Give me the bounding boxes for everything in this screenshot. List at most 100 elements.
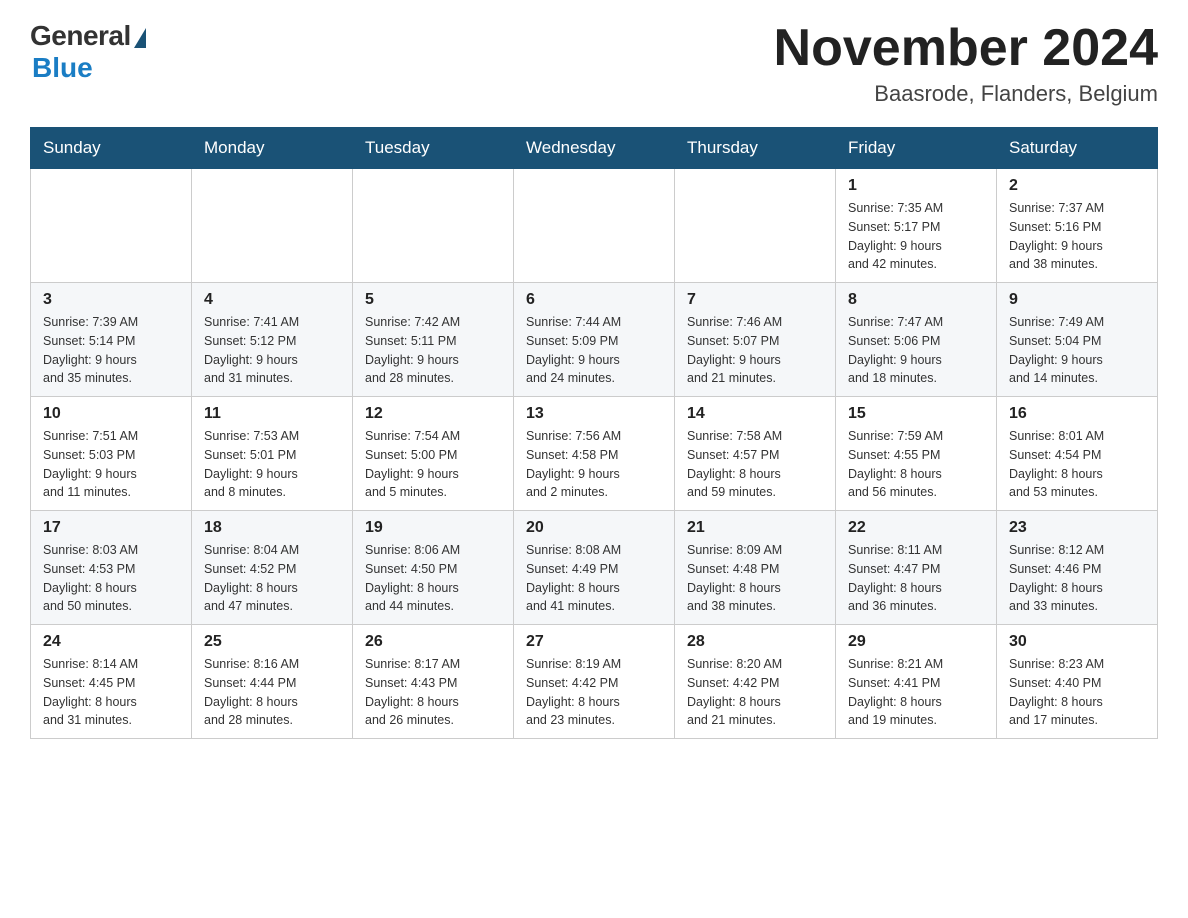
calendar-week-row: 17 Sunrise: 8:03 AM Sunset: 4:53 PM Dayli… xyxy=(31,511,1158,625)
calendar-cell: 26 Sunrise: 8:17 AM Sunset: 4:43 PM Dayli… xyxy=(353,625,514,739)
calendar-cell: 19 Sunrise: 8:06 AM Sunset: 4:50 PM Dayli… xyxy=(353,511,514,625)
calendar-cell: 6 Sunrise: 7:44 AM Sunset: 5:09 PM Daylig… xyxy=(514,283,675,397)
calendar-cell: 23 Sunrise: 8:12 AM Sunset: 4:46 PM Dayli… xyxy=(997,511,1158,625)
calendar-cell xyxy=(192,169,353,283)
calendar-cell: 20 Sunrise: 8:08 AM Sunset: 4:49 PM Dayli… xyxy=(514,511,675,625)
day-info: Sunrise: 8:21 AM Sunset: 4:41 PM Dayligh… xyxy=(848,655,984,730)
location: Baasrode, Flanders, Belgium xyxy=(774,81,1158,107)
day-number: 10 xyxy=(43,405,179,423)
day-number: 29 xyxy=(848,633,984,651)
calendar-table: SundayMondayTuesdayWednesdayThursdayFrid… xyxy=(30,127,1158,739)
calendar-cell: 17 Sunrise: 8:03 AM Sunset: 4:53 PM Dayli… xyxy=(31,511,192,625)
day-info: Sunrise: 7:41 AM Sunset: 5:12 PM Dayligh… xyxy=(204,313,340,388)
calendar-cell: 16Sunrise: 8:01 AM Sunset: 4:54 PM Dayli… xyxy=(997,397,1158,511)
day-info: Sunrise: 7:56 AM Sunset: 4:58 PM Dayligh… xyxy=(526,427,662,502)
day-info: Sunrise: 8:06 AM Sunset: 4:50 PM Dayligh… xyxy=(365,541,501,616)
day-number: 9 xyxy=(1009,291,1145,309)
day-number: 26 xyxy=(365,633,501,651)
header-tuesday: Tuesday xyxy=(353,128,514,169)
calendar-cell: 9 Sunrise: 7:49 AM Sunset: 5:04 PM Daylig… xyxy=(997,283,1158,397)
day-info: Sunrise: 8:09 AM Sunset: 4:48 PM Dayligh… xyxy=(687,541,823,616)
day-info: Sunrise: 7:37 AM Sunset: 5:16 PM Dayligh… xyxy=(1009,199,1145,274)
page-header: General Blue November 2024 Baasrode, Fla… xyxy=(30,20,1158,107)
day-number: 19 xyxy=(365,519,501,537)
day-info: Sunrise: 8:23 AM Sunset: 4:40 PM Dayligh… xyxy=(1009,655,1145,730)
header-saturday: Saturday xyxy=(997,128,1158,169)
calendar-cell: 5 Sunrise: 7:42 AM Sunset: 5:11 PM Daylig… xyxy=(353,283,514,397)
day-info: Sunrise: 8:08 AM Sunset: 4:49 PM Dayligh… xyxy=(526,541,662,616)
calendar-cell: 22 Sunrise: 8:11 AM Sunset: 4:47 PM Dayli… xyxy=(836,511,997,625)
day-info: Sunrise: 8:19 AM Sunset: 4:42 PM Dayligh… xyxy=(526,655,662,730)
header-thursday: Thursday xyxy=(675,128,836,169)
calendar-week-row: 1 Sunrise: 7:35 AM Sunset: 5:17 PM Daylig… xyxy=(31,169,1158,283)
calendar-cell: 21 Sunrise: 8:09 AM Sunset: 4:48 PM Dayli… xyxy=(675,511,836,625)
day-info: Sunrise: 8:14 AM Sunset: 4:45 PM Dayligh… xyxy=(43,655,179,730)
day-info: Sunrise: 7:49 AM Sunset: 5:04 PM Dayligh… xyxy=(1009,313,1145,388)
day-info: Sunrise: 7:54 AM Sunset: 5:00 PM Dayligh… xyxy=(365,427,501,502)
day-info: Sunrise: 8:12 AM Sunset: 4:46 PM Dayligh… xyxy=(1009,541,1145,616)
day-info: Sunrise: 7:35 AM Sunset: 5:17 PM Dayligh… xyxy=(848,199,984,274)
calendar-cell: 7 Sunrise: 7:46 AM Sunset: 5:07 PM Daylig… xyxy=(675,283,836,397)
day-number: 17 xyxy=(43,519,179,537)
day-number: 27 xyxy=(526,633,662,651)
day-info: Sunrise: 7:59 AM Sunset: 4:55 PM Dayligh… xyxy=(848,427,984,502)
calendar-cell: 29 Sunrise: 8:21 AM Sunset: 4:41 PM Dayli… xyxy=(836,625,997,739)
day-info: Sunrise: 8:20 AM Sunset: 4:42 PM Dayligh… xyxy=(687,655,823,730)
day-number: 21 xyxy=(687,519,823,537)
day-number: 7 xyxy=(687,291,823,309)
calendar-week-row: 10 Sunrise: 7:51 AM Sunset: 5:03 PM Dayli… xyxy=(31,397,1158,511)
calendar-cell xyxy=(514,169,675,283)
logo-blue-text: Blue xyxy=(32,52,93,84)
calendar-cell: 8 Sunrise: 7:47 AM Sunset: 5:06 PM Daylig… xyxy=(836,283,997,397)
day-info: Sunrise: 7:47 AM Sunset: 5:06 PM Dayligh… xyxy=(848,313,984,388)
day-info: Sunrise: 7:42 AM Sunset: 5:11 PM Dayligh… xyxy=(365,313,501,388)
day-number: 20 xyxy=(526,519,662,537)
day-info: Sunrise: 7:51 AM Sunset: 5:03 PM Dayligh… xyxy=(43,427,179,502)
calendar-cell: 30Sunrise: 8:23 AM Sunset: 4:40 PM Dayli… xyxy=(997,625,1158,739)
day-info: Sunrise: 8:16 AM Sunset: 4:44 PM Dayligh… xyxy=(204,655,340,730)
day-number: 4 xyxy=(204,291,340,309)
calendar-cell: 12 Sunrise: 7:54 AM Sunset: 5:00 PM Dayli… xyxy=(353,397,514,511)
calendar-header-row: SundayMondayTuesdayWednesdayThursdayFrid… xyxy=(31,128,1158,169)
day-number: 24 xyxy=(43,633,179,651)
calendar-cell: 18 Sunrise: 8:04 AM Sunset: 4:52 PM Dayli… xyxy=(192,511,353,625)
header-wednesday: Wednesday xyxy=(514,128,675,169)
day-number: 6 xyxy=(526,291,662,309)
calendar-cell xyxy=(31,169,192,283)
calendar-cell: 4 Sunrise: 7:41 AM Sunset: 5:12 PM Daylig… xyxy=(192,283,353,397)
calendar-cell: 13Sunrise: 7:56 AM Sunset: 4:58 PM Dayli… xyxy=(514,397,675,511)
day-info: Sunrise: 7:46 AM Sunset: 5:07 PM Dayligh… xyxy=(687,313,823,388)
calendar-cell: 14Sunrise: 7:58 AM Sunset: 4:57 PM Dayli… xyxy=(675,397,836,511)
calendar-week-row: 24 Sunrise: 8:14 AM Sunset: 4:45 PM Dayli… xyxy=(31,625,1158,739)
logo-general-text: General xyxy=(30,20,131,52)
calendar-cell: 25 Sunrise: 8:16 AM Sunset: 4:44 PM Dayli… xyxy=(192,625,353,739)
day-number: 5 xyxy=(365,291,501,309)
calendar-week-row: 3 Sunrise: 7:39 AM Sunset: 5:14 PM Daylig… xyxy=(31,283,1158,397)
day-info: Sunrise: 8:03 AM Sunset: 4:53 PM Dayligh… xyxy=(43,541,179,616)
calendar-cell xyxy=(353,169,514,283)
day-number: 8 xyxy=(848,291,984,309)
calendar-cell: 28Sunrise: 8:20 AM Sunset: 4:42 PM Dayli… xyxy=(675,625,836,739)
day-info: Sunrise: 8:11 AM Sunset: 4:47 PM Dayligh… xyxy=(848,541,984,616)
header-monday: Monday xyxy=(192,128,353,169)
day-number: 14 xyxy=(687,405,823,423)
day-info: Sunrise: 8:17 AM Sunset: 4:43 PM Dayligh… xyxy=(365,655,501,730)
header-sunday: Sunday xyxy=(31,128,192,169)
day-number: 12 xyxy=(365,405,501,423)
calendar-cell: 10 Sunrise: 7:51 AM Sunset: 5:03 PM Dayli… xyxy=(31,397,192,511)
calendar-cell: 15Sunrise: 7:59 AM Sunset: 4:55 PM Dayli… xyxy=(836,397,997,511)
day-number: 18 xyxy=(204,519,340,537)
day-number: 3 xyxy=(43,291,179,309)
logo: General Blue xyxy=(30,20,146,84)
calendar-cell xyxy=(675,169,836,283)
day-number: 23 xyxy=(1009,519,1145,537)
header-friday: Friday xyxy=(836,128,997,169)
calendar-cell: 24 Sunrise: 8:14 AM Sunset: 4:45 PM Dayli… xyxy=(31,625,192,739)
day-info: Sunrise: 7:44 AM Sunset: 5:09 PM Dayligh… xyxy=(526,313,662,388)
day-number: 25 xyxy=(204,633,340,651)
day-number: 1 xyxy=(848,177,984,195)
day-info: Sunrise: 8:04 AM Sunset: 4:52 PM Dayligh… xyxy=(204,541,340,616)
calendar-cell: 1 Sunrise: 7:35 AM Sunset: 5:17 PM Daylig… xyxy=(836,169,997,283)
day-info: Sunrise: 7:39 AM Sunset: 5:14 PM Dayligh… xyxy=(43,313,179,388)
day-number: 22 xyxy=(848,519,984,537)
